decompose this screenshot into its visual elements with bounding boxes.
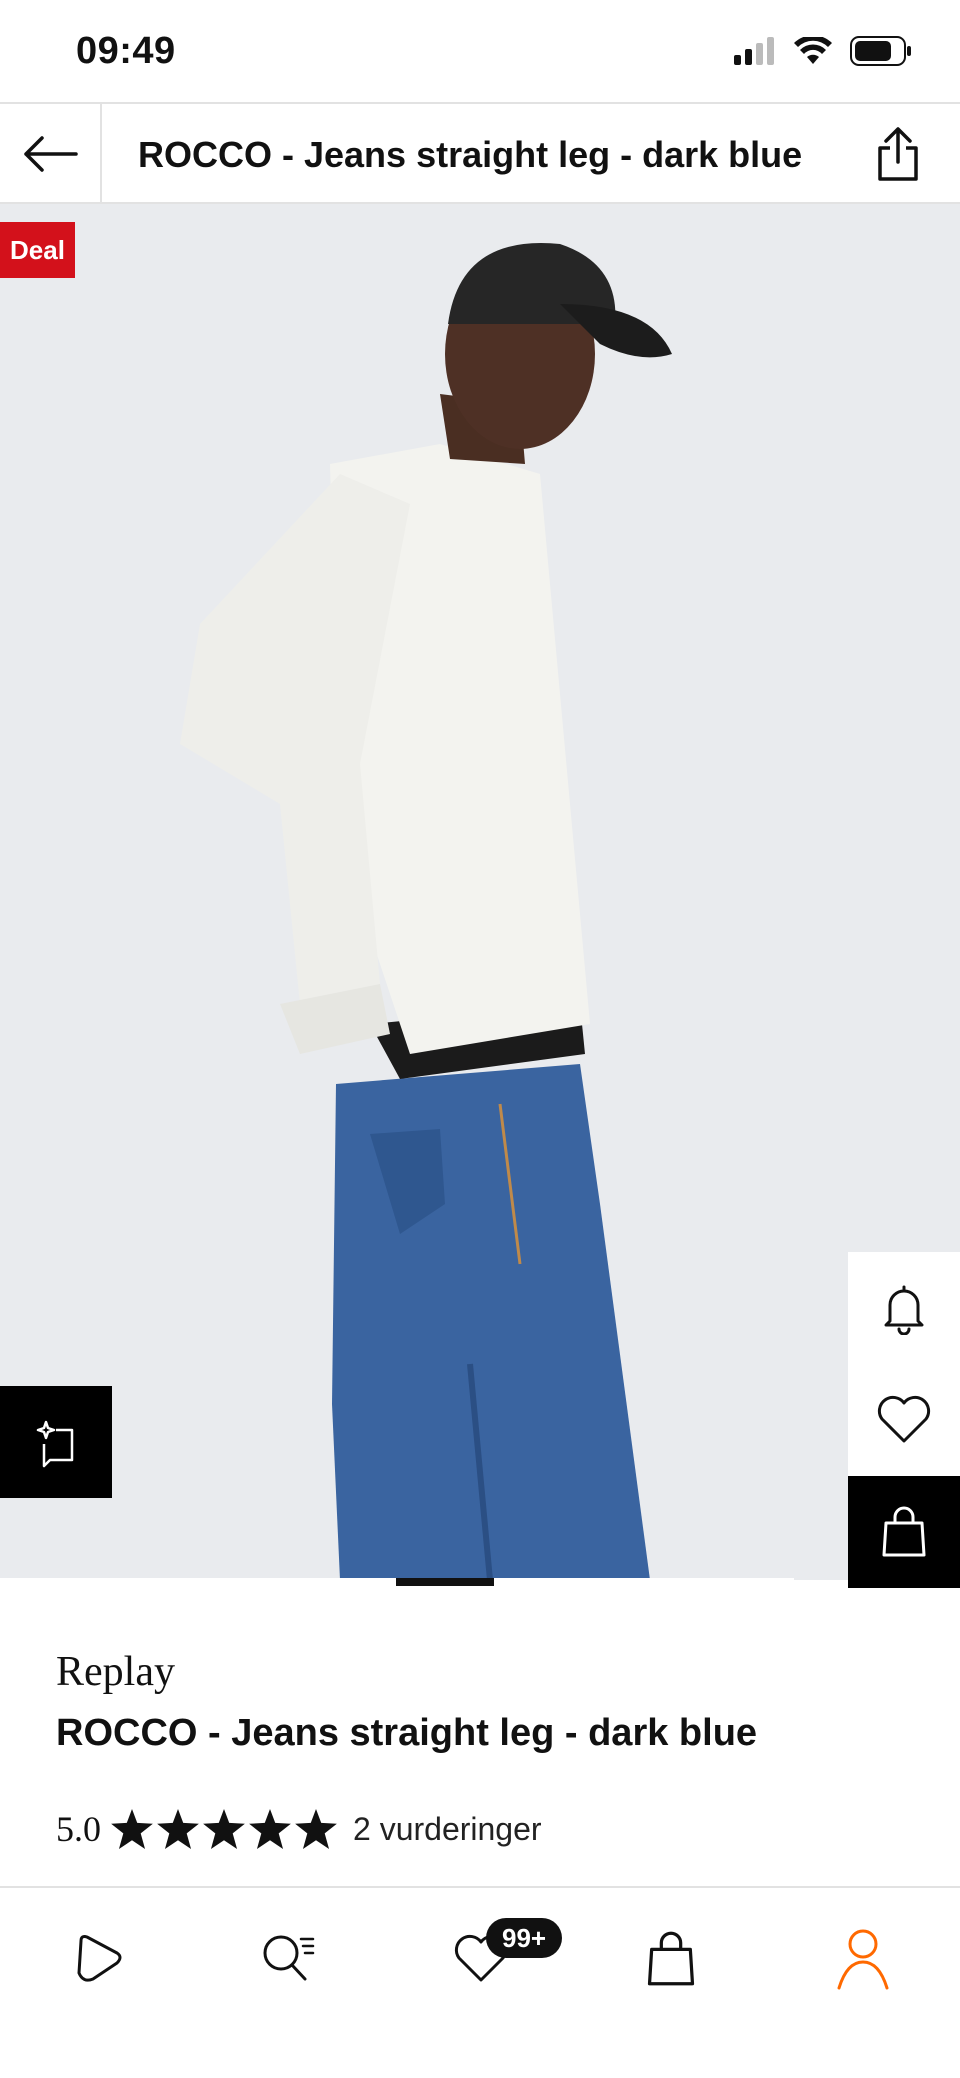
heart-icon bbox=[877, 1395, 931, 1443]
signal-icon bbox=[734, 37, 774, 65]
nav-bag[interactable] bbox=[626, 1914, 716, 2004]
star-icon bbox=[157, 1809, 199, 1849]
status-time: 09:49 bbox=[76, 30, 176, 72]
battery-icon bbox=[850, 36, 911, 66]
side-actions bbox=[848, 1252, 960, 1588]
header: ROCCO - Jeans straight leg - dark blue bbox=[0, 102, 960, 204]
star-icon bbox=[295, 1809, 337, 1849]
rating-row[interactable]: 5.0 2 vurderinger bbox=[56, 1808, 542, 1850]
product-photo bbox=[0, 204, 960, 1580]
nav-home[interactable] bbox=[52, 1914, 142, 2004]
wifi-icon bbox=[794, 37, 832, 64]
notify-button[interactable] bbox=[848, 1252, 960, 1364]
carousel-active-indicator bbox=[396, 1578, 494, 1586]
bottom-navigation: 99+ bbox=[0, 1886, 960, 2078]
similar-items-button[interactable] bbox=[0, 1386, 112, 1498]
star-icon bbox=[111, 1809, 153, 1849]
search-icon bbox=[263, 1935, 315, 1981]
wishlist-button[interactable] bbox=[848, 1364, 960, 1476]
arrow-left-icon bbox=[24, 136, 78, 172]
visual-search-icon bbox=[36, 1420, 74, 1468]
wishlist-count-badge: 99+ bbox=[486, 1918, 563, 1958]
product-name: ROCCO - Jeans straight leg - dark blue bbox=[56, 1712, 758, 1754]
user-icon bbox=[837, 1929, 889, 1990]
nav-profile[interactable] bbox=[818, 1914, 908, 2004]
bell-icon bbox=[884, 1285, 924, 1335]
status-bar: 09:49 bbox=[0, 0, 960, 102]
bag-icon bbox=[882, 1506, 926, 1557]
star-icon bbox=[249, 1809, 291, 1849]
deal-badge: Deal bbox=[0, 222, 75, 278]
share-icon bbox=[878, 127, 918, 181]
rating-value: 5.0 bbox=[56, 1809, 101, 1849]
bag-icon bbox=[647, 1931, 695, 1986]
home-play-icon bbox=[77, 1935, 122, 1982]
back-button[interactable] bbox=[0, 104, 102, 204]
rating-count: 2 vurderinger bbox=[353, 1810, 542, 1847]
page-title: ROCCO - Jeans straight leg - dark blue bbox=[138, 134, 803, 175]
share-button[interactable] bbox=[866, 122, 930, 186]
add-to-bag-button[interactable] bbox=[848, 1476, 960, 1588]
brand-name[interactable]: Replay bbox=[56, 1648, 175, 1696]
rating-stars bbox=[111, 1809, 337, 1849]
status-icons bbox=[734, 36, 912, 66]
star-icon bbox=[203, 1809, 245, 1849]
nav-search[interactable] bbox=[244, 1914, 334, 2004]
product-image[interactable] bbox=[0, 204, 960, 1580]
